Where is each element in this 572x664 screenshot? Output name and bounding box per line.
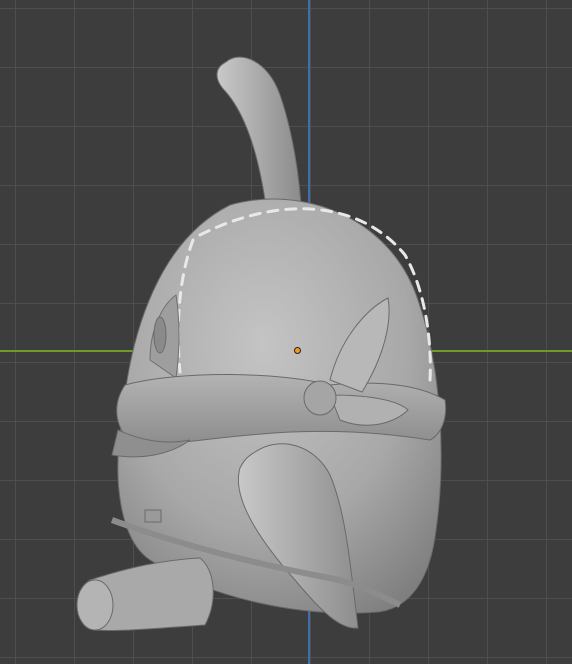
3d-viewport[interactable] [0, 0, 572, 664]
sculpt-model[interactable] [0, 0, 572, 664]
snout-tip [76, 579, 114, 631]
eye [153, 316, 167, 354]
scarf-knot [303, 380, 337, 416]
object-origin-marker[interactable] [294, 347, 301, 354]
belt-buckle [144, 509, 162, 523]
